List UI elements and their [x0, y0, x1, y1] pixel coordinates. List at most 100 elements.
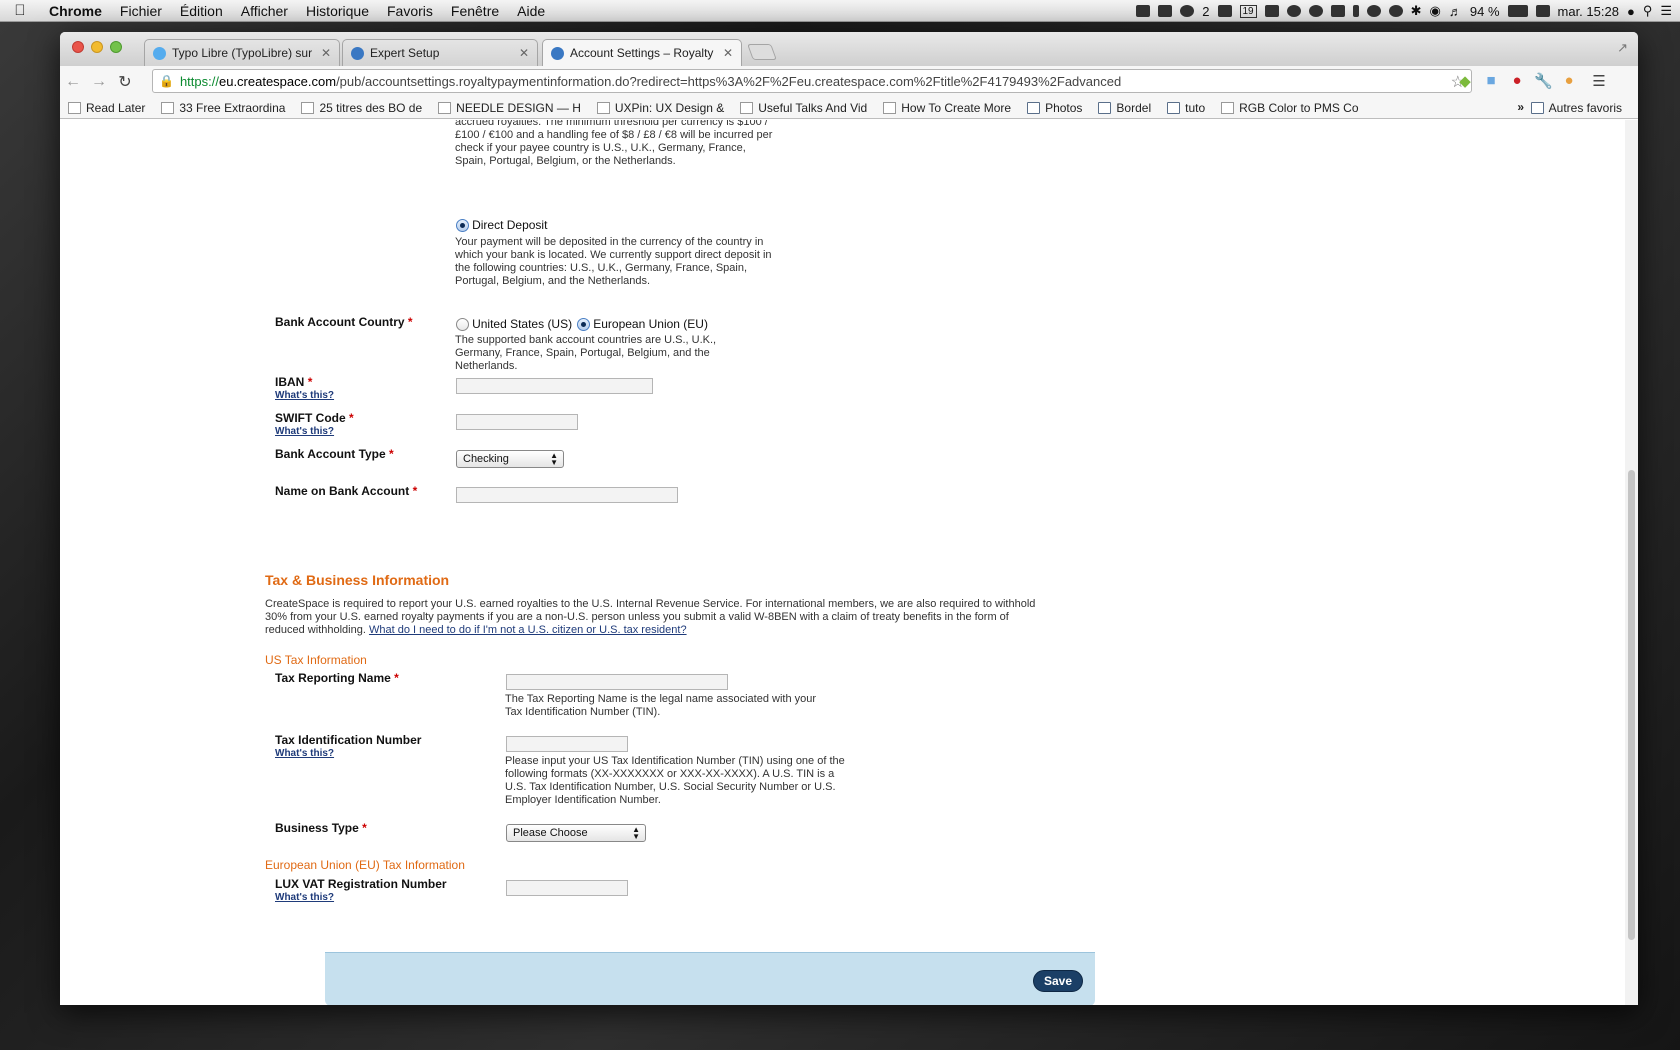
scrollbar-thumb[interactable] [1628, 470, 1635, 940]
notification-count[interactable]: 2 [1202, 4, 1209, 19]
business-type-select[interactable]: Please Choose ▲ ▼ [506, 824, 646, 842]
reload-button[interactable]: ↻ [112, 72, 138, 92]
chrome-menu-icon[interactable]: ☰ [1590, 72, 1608, 90]
bookmark-item[interactable]: NEEDLE DESIGN — H [430, 101, 589, 115]
swift-input[interactable] [456, 414, 578, 430]
iban-input[interactable] [456, 378, 653, 394]
createspace-favicon-icon [551, 46, 564, 60]
user-icon[interactable]: ● [1627, 4, 1635, 19]
shield-extension-icon[interactable]: ■ [1482, 72, 1500, 89]
form-footer: Save [325, 952, 1095, 1005]
close-tab-icon[interactable]: ✕ [723, 46, 733, 60]
bookmark-folder[interactable]: tuto [1159, 101, 1213, 115]
lux-vat-label: LUX VAT Registration Number [275, 877, 447, 891]
status-area: 2 19 ✱ ◉ ♬ 94 % mar. 15:28 ● ⚲ ☰ [1136, 0, 1672, 22]
non-us-help-link[interactable]: What do I need to do if I'm not a U.S. c… [369, 624, 687, 636]
keyboard-icon[interactable] [1330, 5, 1345, 17]
lux-vat-input[interactable] [506, 880, 628, 896]
menu-app-name[interactable]: Chrome [40, 3, 111, 19]
back-button[interactable]: ← [60, 73, 86, 91]
zoom-window-button[interactable] [110, 41, 122, 53]
tin-input[interactable] [506, 736, 628, 752]
volume-icon[interactable]: ♬ [1449, 4, 1462, 19]
bookmark-item[interactable]: 25 titres des BO de [293, 101, 430, 115]
bookmark-item[interactable]: Read Later [60, 101, 153, 115]
page-icon [301, 101, 315, 114]
time-machine-icon[interactable] [1388, 5, 1403, 17]
bluetooth-icon[interactable]: ✱ [1411, 3, 1422, 19]
bar-icon[interactable] [1352, 5, 1359, 17]
select-arrows-icon: ▲ ▼ [632, 825, 640, 841]
menu-aide[interactable]: Aide [508, 3, 554, 19]
page-icon [596, 101, 610, 114]
tab-twitter[interactable]: Typo Libre (TypoLibre) sur T ✕ [144, 39, 340, 66]
display-icon[interactable] [1535, 5, 1550, 17]
address-bar[interactable]: 🔒 https://eu.createspace.com/pub/account… [152, 69, 1472, 93]
other-bookmarks[interactable]: Autres favoris [1523, 97, 1630, 119]
tin-whats-this-link[interactable]: What's this? [275, 748, 334, 759]
tab-account-settings[interactable]: Account Settings – Royalty P ✕ [542, 39, 742, 66]
menu-favoris[interactable]: Favoris [378, 3, 442, 19]
direct-deposit-option[interactable]: Direct Deposit [456, 218, 547, 232]
close-window-button[interactable] [72, 41, 84, 53]
tab-title: Typo Libre (TypoLibre) sur T [172, 46, 315, 60]
calendar-icon[interactable]: 19 [1239, 4, 1257, 18]
battery-icon[interactable] [1507, 5, 1528, 17]
menu-afficher[interactable]: Afficher [232, 3, 297, 19]
menu-fichier[interactable]: Fichier [111, 3, 171, 19]
lux-vat-whats-this-link[interactable]: What's this? [275, 892, 334, 903]
bank-country-us-label[interactable]: United States (US) [472, 317, 572, 331]
dropbox-icon[interactable] [1180, 5, 1195, 17]
coffee-icon[interactable] [1366, 5, 1381, 17]
drive-icon[interactable] [1217, 5, 1232, 17]
screen-icon[interactable] [1264, 5, 1279, 17]
bookmark-folder[interactable]: Photos [1019, 101, 1090, 115]
bank-country-us-radio[interactable] [456, 317, 469, 331]
notification-center-icon[interactable]: ☰ [1660, 3, 1672, 19]
direct-deposit-radio[interactable] [456, 218, 469, 232]
bank-account-type-select[interactable]: Checking ▲ ▼ [456, 450, 564, 468]
battery-percent[interactable]: 94 % [1470, 4, 1500, 19]
pinterest-extension-icon[interactable]: ● [1508, 72, 1526, 89]
hat-icon[interactable] [1286, 5, 1301, 17]
bookmark-item[interactable]: RGB Color to PMS Co [1213, 101, 1366, 115]
bookmark-item[interactable]: 33 Free Extraordina [153, 101, 293, 115]
menu-fenetre[interactable]: Fenêtre [442, 3, 508, 19]
tax-reporting-name-input[interactable] [506, 674, 728, 690]
new-tab-button[interactable] [747, 44, 777, 60]
url-path: /pub/accountsettings.royaltypaymentinfor… [336, 73, 1122, 89]
forward-button[interactable]: → [86, 73, 112, 91]
close-tab-icon[interactable]: ✕ [321, 46, 331, 60]
swift-whats-this-link[interactable]: What's this? [275, 426, 334, 437]
menu-historique[interactable]: Historique [297, 3, 378, 19]
spotlight-search-icon[interactable]: ⚲ [1643, 3, 1653, 19]
evernote-extension-icon[interactable]: ◆ [1456, 72, 1474, 90]
name-on-account-input[interactable] [456, 487, 678, 503]
bank-country-eu-radio[interactable] [577, 317, 591, 331]
clock[interactable]: mar. 15:28 [1558, 4, 1619, 19]
bank-country-eu-label[interactable]: European Union (EU) [593, 317, 708, 331]
cloud-icon[interactable] [1308, 5, 1323, 17]
save-button[interactable]: Save [1032, 970, 1083, 992]
twitter-favicon-icon [153, 46, 166, 60]
cloud-folder-icon[interactable] [1158, 5, 1173, 17]
wrench-extension-icon[interactable]: 🔧 [1534, 72, 1553, 90]
minimize-window-button[interactable] [91, 41, 103, 53]
tax-intro: CreateSpace is required to report your U… [265, 598, 1036, 636]
menu-edition[interactable]: Édition [171, 3, 232, 19]
pocket-extension-icon[interactable]: ● [1560, 72, 1578, 89]
folder-icon [1027, 101, 1041, 114]
bookmark-item[interactable]: Useful Talks And Vid [732, 101, 875, 115]
bookmark-item[interactable]: How To Create More [875, 101, 1019, 115]
page-scrollbar[interactable] [1625, 120, 1638, 1005]
fullscreen-icon[interactable]: ↗ [1617, 40, 1628, 56]
url-host: eu.createspace.com [218, 73, 337, 89]
wifi-icon[interactable]: ◉ [1430, 3, 1441, 19]
apple-menu-icon[interactable]:  [0, 2, 40, 19]
bookmark-item[interactable]: UXPin: UX Design & [589, 101, 732, 115]
iban-whats-this-link[interactable]: What's this? [275, 390, 334, 401]
bookmark-folder[interactable]: Bordel [1090, 101, 1159, 115]
tab-expert-setup[interactable]: Expert Setup ✕ [342, 39, 538, 66]
folder-icon[interactable] [1136, 5, 1151, 17]
close-tab-icon[interactable]: ✕ [519, 46, 529, 60]
